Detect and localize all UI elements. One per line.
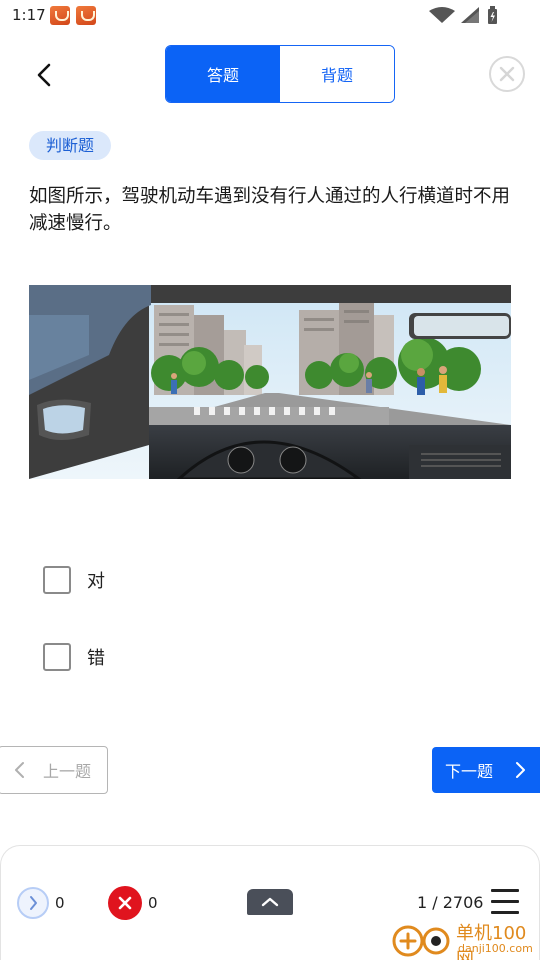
wrong-icon xyxy=(108,886,142,920)
signal-icon xyxy=(461,7,479,23)
correct-count: 0 xyxy=(55,894,65,912)
driving-scene-illustration xyxy=(29,285,511,479)
option-false[interactable]: 错 xyxy=(43,642,105,672)
option-label: 错 xyxy=(87,648,105,669)
watermark: 单机100网 danji100.com xyxy=(390,917,540,960)
prev-question-label: 上一题 xyxy=(43,762,92,781)
screen: 1:17 答题 背题 判断题 如图所示，驾驶机动车遇到没有行人通过的人行横道时不… xyxy=(0,0,540,960)
chevron-right-icon xyxy=(516,762,526,778)
correct-stat[interactable]: 0 xyxy=(17,887,65,919)
wrong-count: 0 xyxy=(148,894,158,912)
question-image xyxy=(29,285,511,479)
app-notification-icon xyxy=(76,6,96,25)
app-notification-icon xyxy=(50,6,70,25)
battery-icon xyxy=(488,6,497,24)
chevron-left-icon xyxy=(37,63,51,87)
status-bar: 1:17 xyxy=(0,0,540,32)
checkbox[interactable] xyxy=(43,566,71,594)
wifi-icon xyxy=(429,7,455,23)
close-icon xyxy=(499,66,515,82)
option-label: 对 xyxy=(87,571,105,592)
question-type-badge: 判断题 xyxy=(29,131,112,160)
wrong-stat[interactable]: 0 xyxy=(108,886,158,920)
system-status-icons xyxy=(429,6,497,24)
close-button[interactable] xyxy=(489,56,525,92)
watermark-logo-icon xyxy=(392,925,450,957)
mode-tabs: 答题 背题 xyxy=(165,45,395,103)
chevron-up-icon xyxy=(261,897,279,907)
correct-icon xyxy=(17,887,49,919)
watermark-domain: danji100.com xyxy=(458,942,533,955)
next-question-button[interactable]: 下一题 xyxy=(432,747,540,793)
next-question-label: 下一题 xyxy=(445,762,494,781)
menu-icon[interactable] xyxy=(491,889,519,915)
status-time: 1:17 xyxy=(12,6,46,24)
prev-question-button[interactable]: 上一题 xyxy=(0,746,108,794)
question-progress: 1 / 2706 xyxy=(417,893,484,912)
tab-memorize[interactable]: 背题 xyxy=(280,46,394,102)
chevron-left-icon xyxy=(15,762,24,778)
option-true[interactable]: 对 xyxy=(43,565,105,595)
question-text: 如图所示，驾驶机动车遇到没有行人通过的人行横道时不用减速慢行。 xyxy=(29,186,511,234)
checkbox[interactable] xyxy=(43,643,71,671)
back-button[interactable] xyxy=(30,60,60,90)
tab-answer[interactable]: 答题 xyxy=(166,46,280,102)
expand-panel-button[interactable] xyxy=(247,889,293,915)
